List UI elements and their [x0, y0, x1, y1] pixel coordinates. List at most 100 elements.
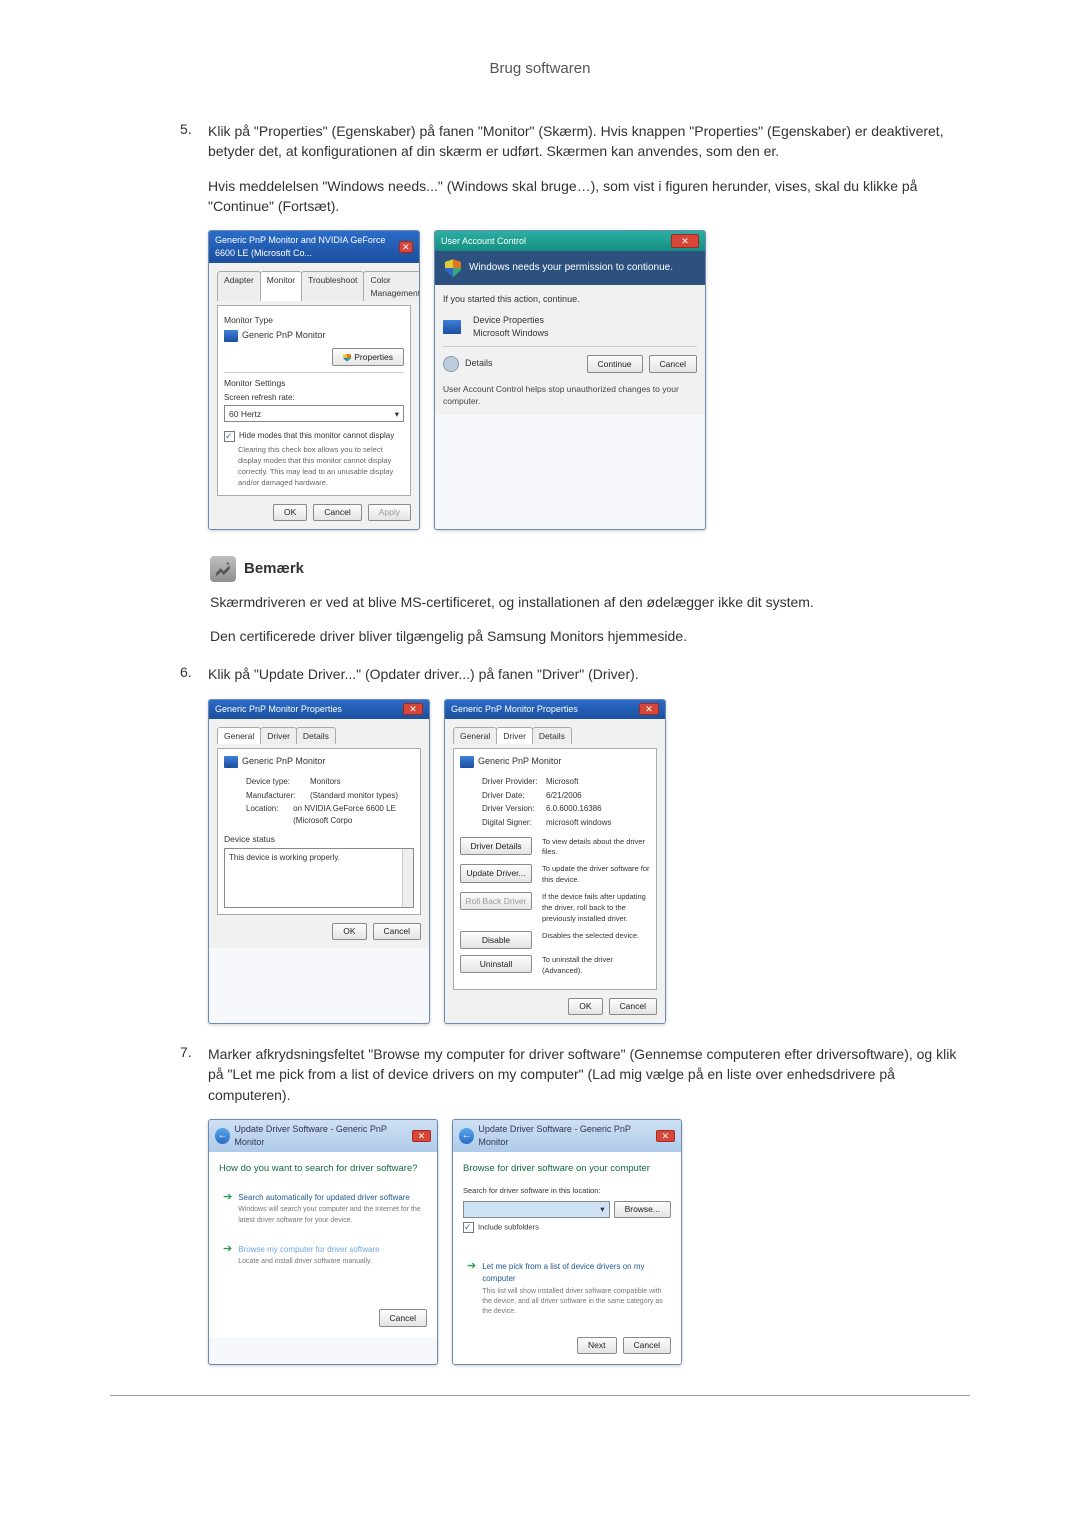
monitor-type-label: Monitor Type — [224, 314, 404, 326]
uac-instruction: If you started this action, continue. — [443, 293, 697, 306]
update-driver-button[interactable]: Update Driver... — [460, 864, 532, 882]
uac-details-link[interactable]: Details — [465, 357, 493, 370]
driver-dialog-title: Generic PnP Monitor Properties — [451, 703, 578, 716]
cancel-button[interactable]: Cancel — [373, 923, 421, 940]
refresh-rate-select[interactable]: 60 Hertz▾ — [224, 405, 404, 422]
close-icon[interactable]: ✕ — [403, 703, 423, 715]
tab-color-management[interactable]: Color Management — [363, 271, 420, 301]
device-name: Generic PnP Monitor — [242, 755, 325, 768]
monitor-icon — [224, 756, 238, 768]
monitor-settings-label: Monitor Settings — [224, 377, 404, 389]
step-5-number: 5. — [180, 121, 192, 137]
page-footer-rule — [110, 1395, 970, 1396]
note-block: Bemærk Skærmdriveren er ved at blive MS-… — [210, 556, 970, 647]
uac-banner-text: Windows needs your permission to contion… — [469, 261, 673, 276]
uac-program-name: Device Properties — [473, 314, 549, 327]
cancel-button[interactable]: Cancel — [379, 1309, 427, 1326]
tab-general[interactable]: General — [217, 727, 261, 744]
step-5: 5. Klik på "Properties" (Egenskaber) på … — [180, 121, 970, 530]
browse-computer-option[interactable]: ➔ Browse my computer for driver software… — [219, 1238, 427, 1274]
tab-monitor[interactable]: Monitor — [260, 271, 302, 301]
arrow-icon: ➔ — [223, 1244, 232, 1268]
tab-general[interactable]: General — [453, 727, 497, 744]
note-para-1: Skærmdriveren er ved at blive MS-certifi… — [210, 592, 970, 612]
continue-button[interactable]: Continue — [587, 355, 643, 372]
close-icon[interactable]: ✕ — [412, 1130, 431, 1142]
ok-button[interactable]: OK — [273, 504, 307, 521]
pick-from-list-option[interactable]: ➔ Let me pick from a list of device driv… — [463, 1255, 671, 1323]
monitor-type-value: Generic PnP Monitor — [242, 329, 325, 342]
refresh-rate-label: Screen refresh rate: — [224, 392, 404, 404]
tab-troubleshoot[interactable]: Troubleshoot — [301, 271, 364, 301]
monitor-dialog-title: Generic PnP Monitor and NVIDIA GeForce 6… — [215, 234, 399, 260]
shield-icon — [343, 354, 351, 362]
rollback-driver-button[interactable]: Roll Back Driver — [460, 892, 532, 910]
cancel-button[interactable]: Cancel — [313, 504, 361, 521]
update-driver-wizard-browse: ← Update Driver Software - Generic PnP M… — [452, 1119, 682, 1365]
device-status-label: Device status — [224, 833, 414, 845]
monitor-icon — [224, 330, 238, 342]
scrollbar[interactable] — [402, 849, 413, 907]
hide-modes-description: Clearing this check box allows you to se… — [238, 445, 404, 489]
uac-dialog-title: User Account Control — [441, 235, 526, 248]
browse-button[interactable]: Browse... — [614, 1201, 671, 1218]
properties-button[interactable]: Properties — [332, 348, 404, 365]
device-properties-general: Generic PnP Monitor Properties✕ General … — [208, 699, 430, 1024]
step-5-para-2: Hvis meddelelsen "Windows needs..." (Win… — [208, 176, 970, 217]
include-subfolders-checkbox[interactable] — [463, 1222, 474, 1233]
close-icon[interactable]: ✕ — [671, 234, 699, 248]
step-6: 6. Klik på "Update Driver..." (Opdater d… — [180, 664, 970, 1024]
device-properties-driver: Generic PnP Monitor Properties✕ General … — [444, 699, 666, 1024]
disable-button[interactable]: Disable — [460, 931, 532, 949]
step-7: 7. Marker afkrydsningsfeltet "Browse my … — [180, 1044, 970, 1365]
tab-details[interactable]: Details — [532, 727, 572, 744]
uac-footer-text: User Account Control helps stop unauthor… — [443, 383, 697, 408]
step-7-number: 7. — [180, 1044, 192, 1060]
wizard-breadcrumb: Update Driver Software - Generic PnP Mon… — [478, 1123, 655, 1149]
wizard-heading: Browse for driver software on your compu… — [463, 1162, 671, 1176]
monitor-properties-dialog: Generic PnP Monitor and NVIDIA GeForce 6… — [208, 230, 420, 530]
chevron-down-icon: ▾ — [395, 408, 399, 420]
general-dialog-title: Generic PnP Monitor Properties — [215, 703, 342, 716]
device-status-box: This device is working properly. — [224, 848, 414, 908]
tab-driver[interactable]: Driver — [260, 727, 297, 744]
back-icon[interactable]: ← — [215, 1128, 230, 1144]
tab-details[interactable]: Details — [296, 727, 336, 744]
cancel-button[interactable]: Cancel — [649, 355, 697, 372]
next-button[interactable]: Next — [577, 1337, 616, 1354]
update-driver-wizard-search: ← Update Driver Software - Generic PnP M… — [208, 1119, 438, 1365]
search-automatically-option[interactable]: ➔ Search automatically for updated drive… — [219, 1186, 427, 1232]
note-title: Bemærk — [244, 560, 304, 577]
monitor-icon — [460, 756, 474, 768]
close-icon[interactable]: ✕ — [639, 703, 659, 715]
apply-button[interactable]: Apply — [368, 504, 411, 521]
ok-button[interactable]: OK — [332, 923, 366, 940]
note-icon — [210, 556, 236, 582]
step-5-para-1: Klik på "Properties" (Egenskaber) på fan… — [208, 121, 970, 162]
cancel-button[interactable]: Cancel — [623, 1337, 671, 1354]
tab-driver[interactable]: Driver — [496, 727, 533, 744]
arrow-icon: ➔ — [223, 1192, 232, 1226]
hide-modes-label: Hide modes that this monitor cannot disp… — [239, 431, 394, 440]
page-title: Brug softwaren — [110, 60, 970, 77]
note-para-2: Den certificerede driver bliver tilgænge… — [210, 626, 970, 646]
arrow-icon: ➔ — [467, 1261, 476, 1317]
chevron-down-icon: ▾ — [600, 1203, 604, 1215]
driver-details-button[interactable]: Driver Details — [460, 837, 532, 855]
tab-adapter[interactable]: Adapter — [217, 271, 261, 301]
include-subfolders-label: Include subfolders — [478, 1222, 539, 1231]
uac-dialog: User Account Control ✕ Windows needs you… — [434, 230, 706, 530]
cancel-button[interactable]: Cancel — [609, 998, 657, 1015]
hide-modes-checkbox[interactable] — [224, 431, 235, 442]
step-6-para-1: Klik på "Update Driver..." (Opdater driv… — [208, 664, 970, 684]
close-icon[interactable]: ✕ — [399, 241, 413, 253]
uninstall-button[interactable]: Uninstall — [460, 955, 532, 973]
chevron-down-icon[interactable] — [443, 356, 459, 372]
path-input[interactable]: ▾ — [463, 1201, 610, 1218]
ok-button[interactable]: OK — [568, 998, 602, 1015]
wizard-heading: How do you want to search for driver sof… — [219, 1162, 427, 1176]
program-icon — [443, 320, 461, 334]
uac-publisher: Microsoft Windows — [473, 327, 549, 340]
back-icon[interactable]: ← — [459, 1128, 474, 1144]
close-icon[interactable]: ✕ — [656, 1130, 675, 1142]
